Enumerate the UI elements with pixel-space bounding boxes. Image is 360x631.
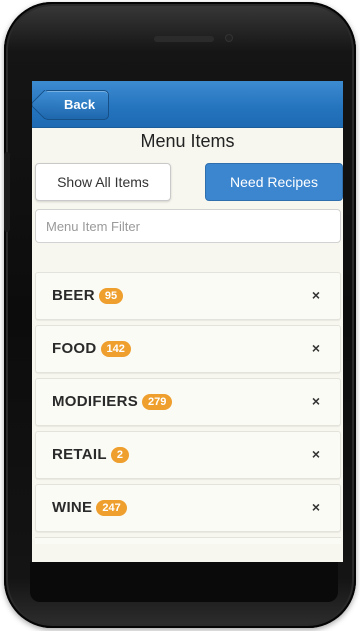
category-name: MODIFIERS xyxy=(52,393,139,410)
remove-icon[interactable]: × xyxy=(312,287,320,303)
category-label: FOOD 142 xyxy=(52,340,131,357)
category-row-food[interactable]: FOOD 142 × xyxy=(35,325,341,373)
phone-side-button xyxy=(4,152,10,232)
category-row-retail[interactable]: RETAIL 2 × xyxy=(35,431,341,479)
page-title: Menu Items xyxy=(140,131,235,151)
app-screen: Back Menu Items Show All Items Need Reci… xyxy=(32,81,343,562)
app-header: Back xyxy=(32,81,343,128)
remove-icon[interactable]: × xyxy=(312,393,320,409)
remove-icon[interactable]: × xyxy=(312,340,320,356)
phone-camera xyxy=(226,35,232,41)
count-badge: 142 xyxy=(100,341,131,357)
phone-frame: Back Menu Items Show All Items Need Reci… xyxy=(4,2,356,628)
category-row-modifiers[interactable]: MODIFIERS 279 × xyxy=(35,378,341,426)
category-name: BEER xyxy=(52,287,95,304)
need-recipes-button[interactable]: Need Recipes xyxy=(205,163,343,201)
phone-bottom-bezel xyxy=(30,562,338,602)
remove-icon[interactable]: × xyxy=(312,499,320,515)
category-list: BEER 95 × FOOD 142 × MODIFIERS 279 × RETAIL… xyxy=(35,272,341,544)
count-badge: 279 xyxy=(142,394,173,410)
category-label: RETAIL 2 xyxy=(52,446,129,463)
back-button[interactable]: Back xyxy=(43,90,110,120)
category-row-beer[interactable]: BEER 95 × xyxy=(35,272,341,320)
list-bottom-edge xyxy=(35,537,341,544)
phone-speaker xyxy=(154,36,214,42)
category-label: WINE 247 xyxy=(52,499,127,516)
show-all-items-button[interactable]: Show All Items xyxy=(35,163,171,201)
category-label: MODIFIERS 279 xyxy=(52,393,173,410)
category-name: WINE xyxy=(52,499,93,516)
category-row-wine[interactable]: WINE 247 × xyxy=(35,484,341,532)
category-name: FOOD xyxy=(52,340,97,357)
back-button-label: Back xyxy=(64,97,96,112)
remove-icon[interactable]: × xyxy=(312,446,320,462)
count-badge: 95 xyxy=(98,288,124,304)
menu-item-filter-input[interactable] xyxy=(35,209,341,243)
count-badge: 2 xyxy=(110,447,129,463)
category-label: BEER 95 xyxy=(52,287,124,304)
category-name: RETAIL xyxy=(52,446,107,463)
count-badge: 247 xyxy=(96,500,127,516)
